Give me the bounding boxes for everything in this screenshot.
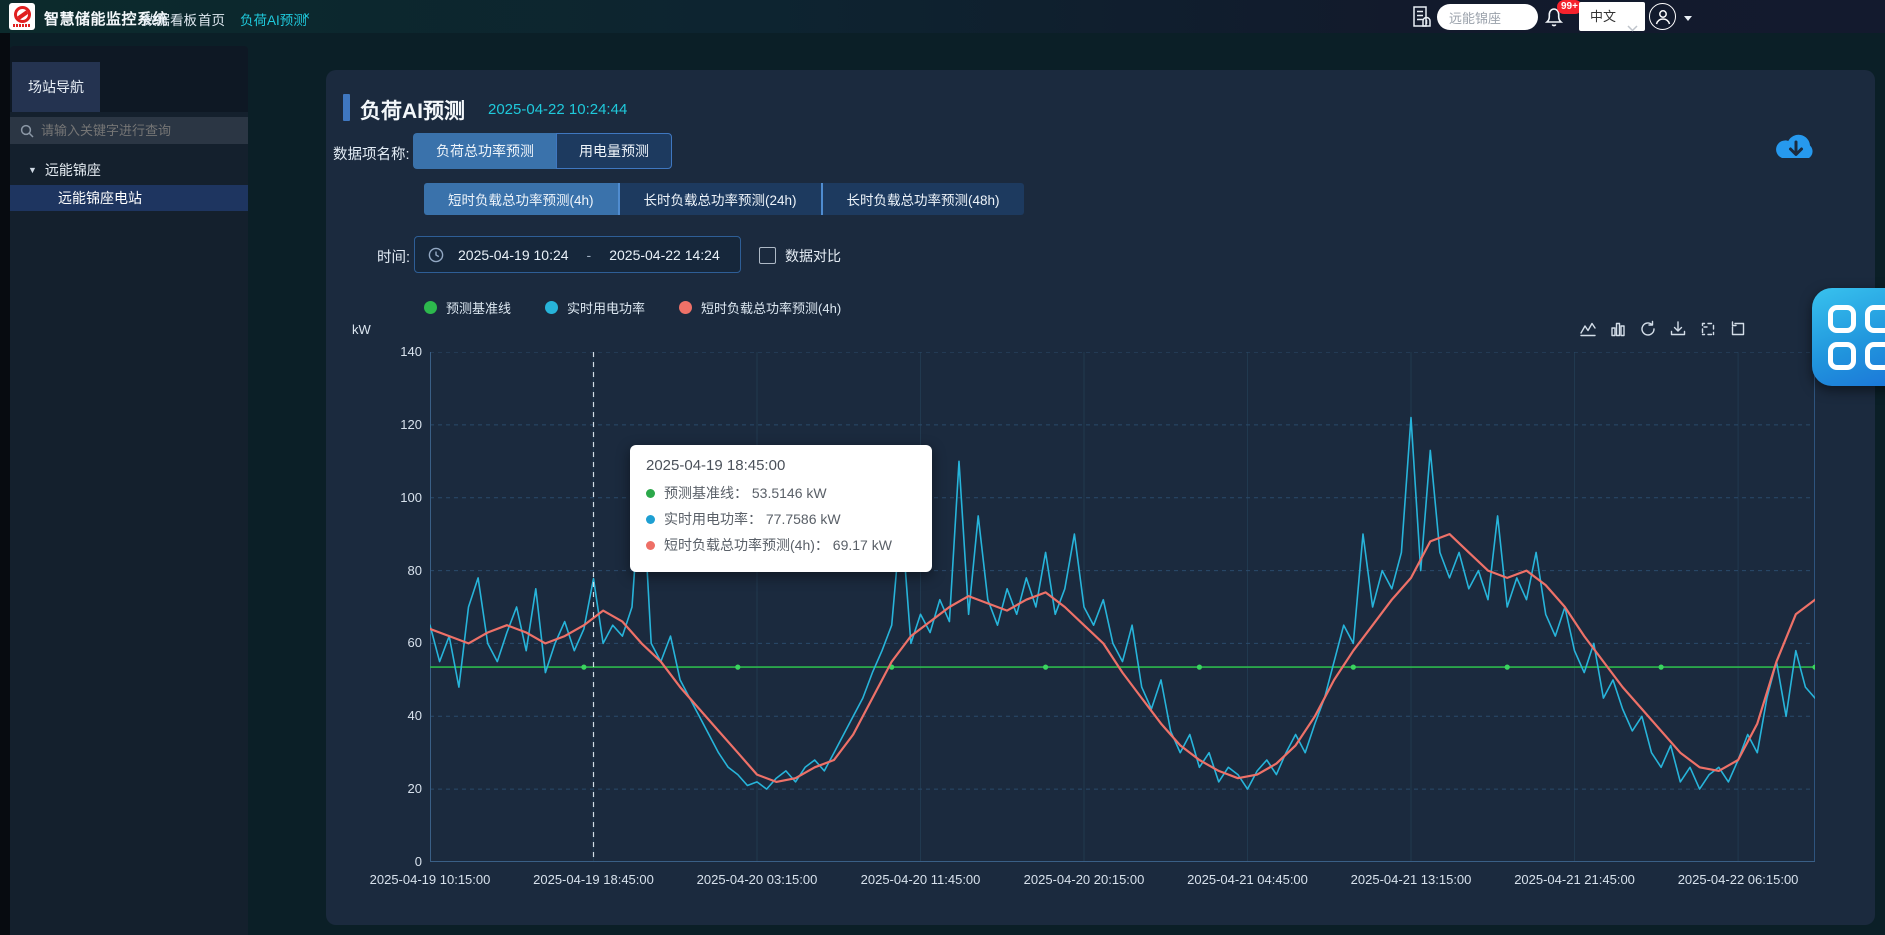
tree-node-station-group[interactable]: ▼ 远能锦座: [10, 157, 248, 183]
legend-item-realtime-power[interactable]: 实时用电功率: [545, 298, 645, 317]
forecast-horizon-tabs: 短时负载总功率预测(4h) 长时负载总功率预测(24h) 长时负载总功率预测(4…: [424, 183, 1024, 215]
button-energy-forecast[interactable]: 用电量预测: [556, 133, 672, 169]
page-timestamp: 2025-04-22 10:24:44: [488, 101, 627, 118]
data-item-label: 数据项名称:: [333, 143, 410, 164]
download-image-icon[interactable]: [1669, 320, 1687, 338]
refresh-icon[interactable]: [1639, 320, 1657, 338]
tooltip-dot-realtime-power: [646, 515, 655, 524]
tab-long-term-24h[interactable]: 长时负载总功率预测(24h): [618, 183, 821, 215]
search-icon: [20, 124, 34, 138]
cloud-download-icon[interactable]: [1772, 128, 1820, 173]
tree-node-station-selected[interactable]: 远能锦座电站: [10, 185, 248, 211]
bar-chart-icon[interactable]: [1609, 320, 1627, 338]
legend-item-baseline[interactable]: 预测基准线: [424, 298, 511, 317]
tooltip-row-realtime-power: 实时用电功率： 77.7586 kW: [646, 507, 916, 533]
chart-tooltip: 2025-04-19 18:45:00 预测基准线： 53.5146 kW 实时…: [630, 445, 932, 572]
left-edge-strip: [0, 33, 10, 935]
station-sidebar: 场站导航 ▼ 远能锦座 远能锦座电站: [10, 46, 248, 935]
data-item-button-group: 负荷总功率预测 用电量预测: [413, 133, 672, 169]
logo-icon: [14, 6, 31, 23]
nav-item-dashboard[interactable]: 数据看板: [143, 9, 197, 29]
legend-item-forecast-4h[interactable]: 短时负载总功率预测(4h): [679, 298, 841, 317]
time-range-picker[interactable]: 2025-04-19 10:24 - 2025-04-22 14:24: [414, 236, 741, 273]
tab-long-term-48h[interactable]: 长时负载总功率预测(48h): [821, 183, 1024, 215]
user-avatar[interactable]: [1649, 3, 1676, 30]
legend-dot-baseline: [424, 301, 437, 314]
floating-apps-button[interactable]: [1812, 288, 1885, 386]
language-value: 中文: [1590, 9, 1616, 24]
tab-close-icon[interactable]: ×: [303, 9, 310, 23]
app-logo: [9, 3, 35, 30]
data-compare-label: 数据对比: [785, 246, 841, 266]
clock-icon: [428, 247, 444, 263]
zoom-select-icon[interactable]: [1699, 320, 1717, 338]
chart-svg[interactable]: [430, 352, 1815, 862]
tooltip-dot-forecast-4h: [646, 541, 655, 550]
chart-plot-area[interactable]: [430, 352, 1815, 862]
button-load-power-forecast[interactable]: 负荷总功率预测: [413, 133, 556, 169]
tree-expand-arrow-icon[interactable]: ▼: [28, 165, 37, 175]
tab-station-navigation[interactable]: 场站导航: [12, 62, 100, 112]
tab-load-ai-forecast[interactable]: 负荷AI预测: [240, 9, 307, 29]
chart-legend: 预测基准线 实时用电功率 短时负载总功率预测(4h): [424, 298, 841, 317]
tooltip-row-baseline: 预测基准线： 53.5146 kW: [646, 481, 916, 507]
tree-parent-label: 远能锦座: [45, 160, 101, 180]
page-title: 负荷AI预测: [360, 95, 465, 125]
legend-dot-forecast-4h: [679, 301, 692, 314]
sidebar-header: 场站导航: [10, 46, 248, 112]
tooltip-dot-baseline: [646, 489, 655, 498]
chart-toolbar: [1579, 320, 1747, 338]
tooltip-row-forecast-4h: 短时负载总功率预测(4h)： 69.17 kW: [646, 533, 916, 559]
station-tree: ▼ 远能锦座 远能锦座电站: [10, 157, 248, 211]
app-window: 智慧储能监控系统 数据看板 首页 负荷AI预测 × 99+ 中文: [0, 0, 1885, 935]
chevron-down-icon: [1627, 13, 1638, 42]
line-chart-icon[interactable]: [1579, 320, 1597, 338]
top-navbar: 智慧储能监控系统 数据看板 首页 负荷AI预测 × 99+ 中文: [0, 0, 1885, 33]
time-label: 时间:: [377, 246, 410, 267]
time-end-value[interactable]: 2025-04-22 14:24: [609, 247, 720, 263]
station-search-input[interactable]: [1437, 4, 1538, 30]
data-compare-checkbox[interactable]: [759, 247, 776, 264]
y-axis-unit-label: kW: [352, 322, 371, 337]
title-accent-bar: [343, 94, 350, 121]
main-panel: 负荷AI预测 2025-04-22 10:24:44 数据项名称: 负荷总功率预…: [326, 70, 1875, 925]
sidebar-search-input[interactable]: [41, 123, 238, 138]
tab-short-term-4h[interactable]: 短时负载总功率预测(4h): [424, 183, 618, 215]
apps-grid-icon: [1828, 305, 1885, 370]
zoom-reset-icon[interactable]: [1729, 320, 1747, 338]
avatar-dropdown-caret-icon: [1684, 16, 1692, 21]
language-select[interactable]: 中文: [1579, 2, 1645, 31]
time-start-value[interactable]: 2025-04-19 10:24: [458, 247, 569, 263]
station-building-icon[interactable]: [1411, 5, 1433, 34]
time-range-separator: -: [587, 247, 592, 263]
nav-item-home[interactable]: 首页: [198, 9, 225, 29]
sidebar-search[interactable]: [10, 117, 248, 144]
tooltip-timestamp: 2025-04-19 18:45:00: [646, 457, 916, 474]
legend-dot-realtime-power: [545, 301, 558, 314]
